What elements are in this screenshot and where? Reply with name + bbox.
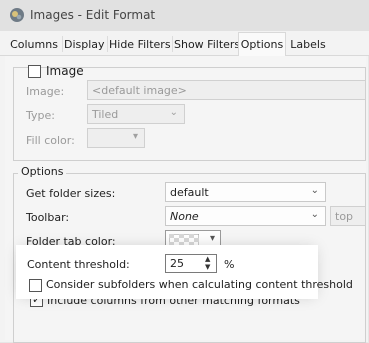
- window-title: Images - Edit Format: [30, 8, 156, 22]
- content-threshold-spinner[interactable]: 25 ▲ ▼: [165, 254, 217, 273]
- image-label: Image:: [26, 85, 65, 98]
- toolbar-value: None: [170, 210, 199, 223]
- chevron-down-icon: ⌄: [169, 107, 178, 118]
- color-swatch-icon: [169, 234, 199, 246]
- toolbar-position-dropdown: top: [330, 206, 366, 226]
- fill-color-picker: ▾: [87, 128, 145, 148]
- folder-sizes-value: default: [170, 186, 209, 199]
- folder-tab-color-label: Folder tab color:: [26, 235, 116, 248]
- chevron-up-icon[interactable]: ▲: [205, 255, 210, 263]
- image-path-field: <default image>: [87, 80, 366, 100]
- title-bar[interactable]: Images - Edit Format: [0, 0, 369, 31]
- image-checkbox[interactable]: [28, 65, 41, 78]
- edit-format-window: Images - Edit Format Columns Display Hid…: [0, 0, 369, 343]
- toolbar-dropdown[interactable]: None ⌄: [165, 206, 326, 226]
- tab-display[interactable]: Display: [64, 34, 105, 56]
- chevron-down-icon: ▾: [132, 131, 138, 142]
- type-dropdown: Tiled ⌄: [87, 104, 185, 124]
- fill-color-label: Fill color:: [26, 134, 75, 147]
- spinner-arrows[interactable]: ▲ ▼: [203, 255, 215, 272]
- options-group-title: Options: [18, 165, 67, 178]
- folder-sizes-dropdown[interactable]: default ⌄: [165, 182, 326, 202]
- chevron-down-icon: ⌄: [310, 185, 319, 196]
- image-checkbox-label: Image: [46, 64, 84, 78]
- chevron-down-icon: ⌄: [310, 209, 319, 220]
- chevron-down-icon: ▾: [209, 233, 215, 244]
- tab-labels[interactable]: Labels: [290, 34, 326, 56]
- tab-hide-filters[interactable]: Hide Filters: [109, 34, 171, 56]
- consider-subfolders-label: Consider subfolders when calculating con…: [46, 278, 353, 291]
- type-value: Tiled: [92, 108, 119, 121]
- content-threshold-value: 25: [170, 257, 184, 270]
- type-label: Type:: [26, 109, 55, 122]
- tab-columns[interactable]: Columns: [9, 34, 59, 56]
- toolbar-position-value: top: [335, 210, 354, 223]
- tab-bar: Columns Display Hide Filters Show Filter…: [0, 31, 369, 57]
- content-threshold-highlight: Content threshold: 25 ▲ ▼ % Consider sub…: [19, 248, 353, 296]
- chevron-down-icon[interactable]: ▼: [205, 263, 210, 271]
- folder-sizes-label: Get folder sizes:: [26, 187, 116, 200]
- options-panel: Image Image: <default image> Type: Tiled…: [5, 56, 366, 343]
- app-icon: [10, 8, 24, 22]
- toolbar-label: Toolbar:: [26, 211, 70, 224]
- tab-options[interactable]: Options: [238, 32, 286, 57]
- tab-show-filters[interactable]: Show Filters: [174, 34, 240, 56]
- content-threshold-label: Content threshold:: [27, 258, 130, 271]
- consider-subfolders-checkbox[interactable]: [29, 279, 42, 292]
- image-path-value: <default image>: [92, 84, 187, 97]
- folder-tab-color-picker[interactable]: ▾: [165, 230, 221, 250]
- content-threshold-unit: %: [224, 258, 235, 271]
